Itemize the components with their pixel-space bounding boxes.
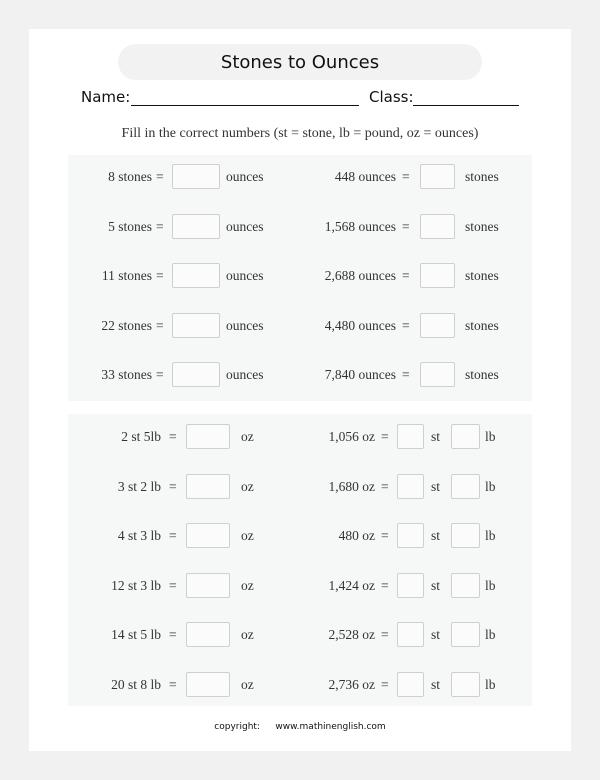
section-st-lb-oz: 2 st 5lb = oz 1,056 oz = st lb 3 st 2 lb = oz 1,68… (68, 414, 532, 706)
equals-sign: = (381, 627, 389, 642)
equals-sign: = (402, 218, 410, 234)
equals-sign: = (402, 169, 410, 184)
unit-label-lb: lb (485, 478, 496, 494)
given-value: 480 oz (338, 528, 375, 543)
name-field-line[interactable] (131, 105, 359, 106)
problem-row-ounces-to-stones: 7,840 ounces = stones (68, 361, 532, 391)
answer-input-lb[interactable] (451, 523, 480, 548)
given-value: 1,056 oz (328, 429, 376, 444)
unit-label-st: st (431, 429, 441, 444)
answer-input-st[interactable] (397, 622, 424, 647)
equals-sign: = (402, 367, 410, 382)
given-value: 1,680 oz (328, 478, 376, 494)
copyright: copyright: www.mathinenglish.com (29, 722, 571, 732)
unit-label-st: st (431, 627, 441, 642)
unit-label-st: st (431, 478, 441, 494)
problem-row-ounces-to-stones: 1,568 ounces = stones (68, 213, 532, 243)
given-value: 1,424 oz (328, 577, 376, 593)
unit-label-lb: lb (485, 577, 496, 593)
equals-sign: = (381, 577, 389, 593)
given-value: 2,688 ounces (324, 268, 396, 283)
problem-row-ounces-to-stones: 2,688 ounces = stones (68, 262, 532, 292)
equals-sign: = (402, 268, 410, 283)
given-value: 2,528 oz (328, 627, 376, 642)
unit-label: stones (465, 218, 499, 234)
equals-sign: = (381, 429, 389, 444)
problem-row-oz-to-st-lb: 1,056 oz = st lb (68, 423, 532, 453)
given-value: 4,480 ounces (324, 317, 396, 333)
unit-label-lb: lb (485, 676, 496, 692)
answer-input-lb[interactable] (451, 622, 480, 647)
answer-input-lb[interactable] (451, 671, 480, 697)
equals-sign: = (402, 317, 410, 333)
unit-label: stones (465, 367, 499, 382)
unit-label: stones (465, 169, 499, 184)
problem-row-oz-to-st-lb: 1,424 oz = st lb (68, 572, 532, 602)
answer-input-lb[interactable] (451, 572, 480, 598)
name-label: Name: (81, 88, 131, 106)
worksheet-title: Stones to Ounces (118, 44, 482, 80)
answer-input[interactable] (420, 213, 455, 239)
answer-input[interactable] (420, 263, 455, 288)
unit-label-lb: lb (485, 429, 496, 444)
answer-input-st[interactable] (397, 523, 424, 548)
answer-input-st[interactable] (397, 671, 424, 697)
problem-row-oz-to-st-lb: 1,680 oz = st lb (68, 473, 532, 503)
instructions: Fill in the correct numbers (st = stone,… (121, 126, 479, 141)
answer-input-st[interactable] (397, 572, 424, 598)
section-stones-ounces: 8 stones = ounces 448 ounces = stones 5 stones… (68, 155, 532, 401)
answer-input[interactable] (420, 164, 455, 189)
answer-input-st[interactable] (397, 424, 424, 449)
answer-input[interactable] (420, 362, 455, 387)
answer-input-lb[interactable] (451, 424, 480, 449)
given-value: 1,568 ounces (324, 218, 396, 234)
copyright-label: copyright: (214, 722, 260, 732)
given-value: 7,840 ounces (324, 367, 396, 382)
given-value: 2,736 oz (328, 676, 376, 692)
equals-sign: = (381, 676, 389, 692)
equals-sign: = (381, 478, 389, 494)
equals-sign: = (381, 528, 389, 543)
class-field-line[interactable] (413, 105, 519, 106)
problem-row-ounces-to-stones: 4,480 ounces = stones (68, 312, 532, 342)
unit-label-lb: lb (485, 528, 496, 543)
unit-label-st: st (431, 528, 441, 543)
name-class-row: Name: Class: (81, 86, 531, 110)
answer-input[interactable] (420, 312, 455, 338)
problem-row-oz-to-st-lb: 2,528 oz = st lb (68, 621, 532, 651)
problem-row-oz-to-st-lb: 2,736 oz = st lb (68, 671, 532, 701)
class-label: Class: (369, 88, 414, 106)
unit-label-st: st (431, 676, 441, 692)
problem-row-oz-to-st-lb: 480 oz = st lb (68, 522, 532, 552)
worksheet-page: Stones to Ounces Name: Class: Fill in th… (29, 29, 571, 751)
answer-input-st[interactable] (397, 473, 424, 499)
given-value: 448 ounces (334, 169, 396, 184)
answer-input-lb[interactable] (451, 473, 480, 499)
problem-row-ounces-to-stones: 448 ounces = stones (68, 163, 532, 193)
unit-label: stones (465, 268, 499, 283)
copyright-site: www.mathinenglish.com (275, 722, 386, 732)
unit-label-st: st (431, 577, 441, 593)
unit-label-lb: lb (485, 627, 496, 642)
unit-label: stones (465, 317, 499, 333)
